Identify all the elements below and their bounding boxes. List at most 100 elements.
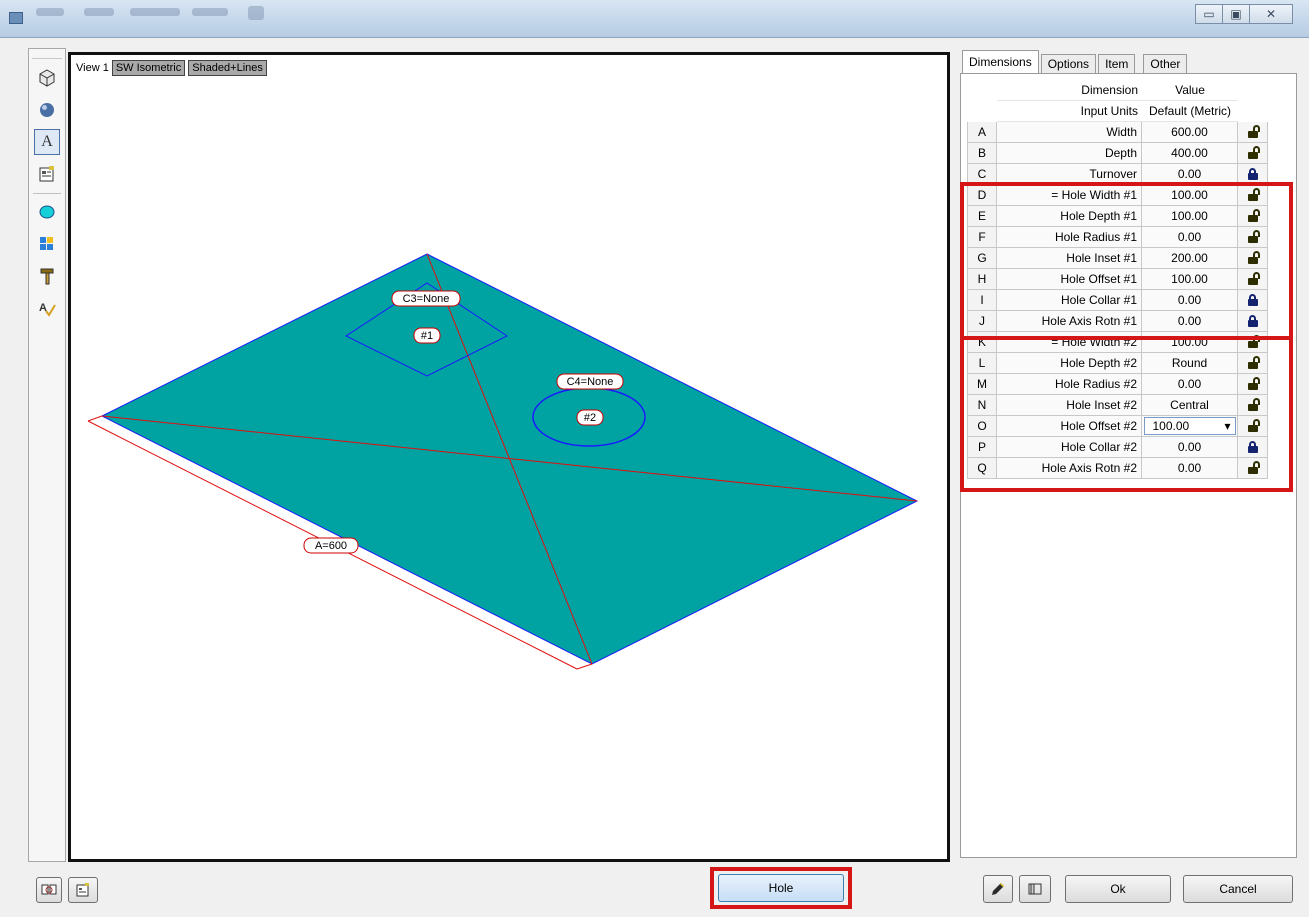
dimension-value[interactable]: 600.00 bbox=[1142, 122, 1238, 143]
maximize-button[interactable]: ▣ bbox=[1222, 4, 1250, 24]
row-letter[interactable]: B bbox=[967, 143, 997, 164]
row-letter[interactable]: J bbox=[967, 311, 997, 332]
dimension-row[interactable]: M Hole Radius #2 0.00 bbox=[967, 374, 1293, 395]
dimension-row[interactable]: A Width 600.00 bbox=[967, 122, 1293, 143]
3d-viewport[interactable]: C3=None #1 C4=None #2 A=600 View 1 SW Is… bbox=[68, 52, 950, 862]
row-letter[interactable]: M bbox=[967, 374, 997, 395]
row-letter[interactable]: L bbox=[967, 353, 997, 374]
tab-other[interactable]: Other bbox=[1143, 54, 1188, 74]
dimension-value[interactable]: Round bbox=[1142, 353, 1238, 374]
dimension-row[interactable]: J Hole Axis Rotn #1 0.00 bbox=[967, 311, 1293, 332]
sphere-icon[interactable] bbox=[34, 97, 60, 123]
dimension-row[interactable]: B Depth 400.00 bbox=[967, 143, 1293, 164]
lock-toggle[interactable] bbox=[1238, 164, 1268, 185]
dropdown-arrow-icon[interactable]: ▾ bbox=[1224, 419, 1230, 433]
lock-toggle[interactable] bbox=[1238, 248, 1268, 269]
dimension-row[interactable]: L Hole Depth #2 Round bbox=[967, 353, 1293, 374]
row-letter[interactable]: A bbox=[967, 122, 997, 143]
lock-toggle[interactable] bbox=[1238, 374, 1268, 395]
dimension-value[interactable]: 0.00 bbox=[1142, 290, 1238, 311]
lock-toggle[interactable] bbox=[1238, 311, 1268, 332]
spell-icon[interactable]: A bbox=[34, 295, 60, 321]
view-mode-chip[interactable]: SW Isometric bbox=[111, 60, 186, 76]
dimension-value[interactable]: 100.00 bbox=[1142, 185, 1238, 206]
dimension-value[interactable]: 100.00 bbox=[1142, 206, 1238, 227]
row-letter[interactable]: H bbox=[967, 269, 997, 290]
frame-button[interactable] bbox=[1019, 875, 1051, 903]
dimension-value[interactable]: 0.00 bbox=[1142, 437, 1238, 458]
dimension-row[interactable]: G Hole Inset #1 200.00 bbox=[967, 248, 1293, 269]
lock-toggle[interactable] bbox=[1238, 227, 1268, 248]
dimension-value[interactable]: 200.00 bbox=[1142, 248, 1238, 269]
unlocked-icon bbox=[1247, 188, 1260, 201]
dimension-row[interactable]: K = Hole Width #2 100.00 bbox=[967, 332, 1293, 353]
lock-toggle[interactable] bbox=[1238, 416, 1268, 437]
row-letter[interactable]: G bbox=[967, 248, 997, 269]
layout-icon[interactable] bbox=[34, 231, 60, 257]
lock-toggle[interactable] bbox=[1238, 353, 1268, 374]
row-letter[interactable]: N bbox=[967, 395, 997, 416]
dimension-row[interactable]: I Hole Collar #1 0.00 bbox=[967, 290, 1293, 311]
lock-toggle[interactable] bbox=[1238, 395, 1268, 416]
dimension-value[interactable]: 0.00 bbox=[1142, 164, 1238, 185]
row-letter[interactable]: P bbox=[967, 437, 997, 458]
dimension-value[interactable]: 0.00 bbox=[1142, 374, 1238, 395]
preview-button[interactable] bbox=[36, 877, 62, 903]
lock-toggle[interactable] bbox=[1238, 269, 1268, 290]
dimension-row[interactable]: Q Hole Axis Rotn #2 0.00 bbox=[967, 458, 1293, 479]
dimension-value[interactable]: 0.00 bbox=[1142, 458, 1238, 479]
properties-button[interactable] bbox=[68, 877, 98, 903]
shape-icon[interactable] bbox=[34, 199, 60, 225]
close-button[interactable]: ✕ bbox=[1249, 4, 1293, 24]
minimize-button[interactable]: ▭ bbox=[1195, 4, 1223, 24]
lock-toggle[interactable] bbox=[1238, 437, 1268, 458]
cancel-button[interactable]: Cancel bbox=[1183, 875, 1293, 903]
tab-item[interactable]: Item bbox=[1098, 54, 1136, 74]
render-mode-chip[interactable]: Shaded+Lines bbox=[188, 60, 267, 76]
edit-button[interactable] bbox=[983, 875, 1013, 903]
row-letter[interactable]: D bbox=[967, 185, 997, 206]
dimension-row[interactable]: H Hole Offset #1 100.00 bbox=[967, 269, 1293, 290]
row-letter[interactable]: O bbox=[967, 416, 997, 437]
lock-toggle[interactable] bbox=[1238, 290, 1268, 311]
toolbar-grip[interactable] bbox=[32, 51, 62, 59]
dimension-row[interactable]: P Hole Collar #2 0.00 bbox=[967, 437, 1293, 458]
text-icon[interactable]: A bbox=[34, 129, 60, 155]
row-letter[interactable]: I bbox=[967, 290, 997, 311]
tab-dimensions[interactable]: Dimensions bbox=[962, 50, 1039, 74]
dimension-row[interactable]: C Turnover 0.00 bbox=[967, 164, 1293, 185]
dimension-value[interactable]: 100.00 bbox=[1142, 269, 1238, 290]
view-cube-icon[interactable] bbox=[34, 65, 60, 91]
dimension-row[interactable]: N Hole Inset #2 Central bbox=[967, 395, 1293, 416]
tab-options[interactable]: Options bbox=[1040, 54, 1097, 74]
row-letter[interactable]: K bbox=[967, 332, 997, 353]
lock-toggle[interactable] bbox=[1238, 122, 1268, 143]
row-letter[interactable]: F bbox=[967, 227, 997, 248]
value-editor[interactable]: 100.00 ▾ bbox=[1142, 416, 1238, 437]
lock-toggle[interactable] bbox=[1238, 206, 1268, 227]
dimension-value[interactable]: 0.00 bbox=[1142, 227, 1238, 248]
dimension-value[interactable]: 400.00 bbox=[1142, 143, 1238, 164]
hammer-icon[interactable] bbox=[34, 263, 60, 289]
row-letter[interactable]: Q bbox=[967, 458, 997, 479]
ok-button[interactable]: Ok bbox=[1065, 875, 1171, 903]
dimension-value[interactable]: 0.00 bbox=[1142, 311, 1238, 332]
dimension-name: Hole Inset #1 bbox=[997, 248, 1142, 269]
row-letter[interactable]: E bbox=[967, 206, 997, 227]
dimension-value[interactable]: Central bbox=[1142, 395, 1238, 416]
lock-toggle[interactable] bbox=[1238, 143, 1268, 164]
lock-toggle[interactable] bbox=[1238, 458, 1268, 479]
dimension-row[interactable]: E Hole Depth #1 100.00 bbox=[967, 206, 1293, 227]
dimension-row[interactable]: D = Hole Width #1 100.00 bbox=[967, 185, 1293, 206]
header-default-units[interactable]: Default (Metric) bbox=[1142, 101, 1238, 122]
dimension-row[interactable]: O Hole Offset #2 100.00 ▾ bbox=[967, 416, 1293, 437]
dimension-value[interactable]: 100.00 bbox=[1142, 332, 1238, 353]
dimension-row[interactable]: F Hole Radius #1 0.00 bbox=[967, 227, 1293, 248]
toolbar-separator bbox=[33, 193, 61, 194]
properties-icon[interactable] bbox=[34, 161, 60, 187]
lock-toggle[interactable] bbox=[1238, 332, 1268, 353]
lock-toggle[interactable] bbox=[1238, 185, 1268, 206]
unlocked-icon bbox=[1247, 461, 1260, 474]
row-letter[interactable]: C bbox=[967, 164, 997, 185]
value-combobox[interactable]: 100.00 ▾ bbox=[1143, 417, 1236, 435]
